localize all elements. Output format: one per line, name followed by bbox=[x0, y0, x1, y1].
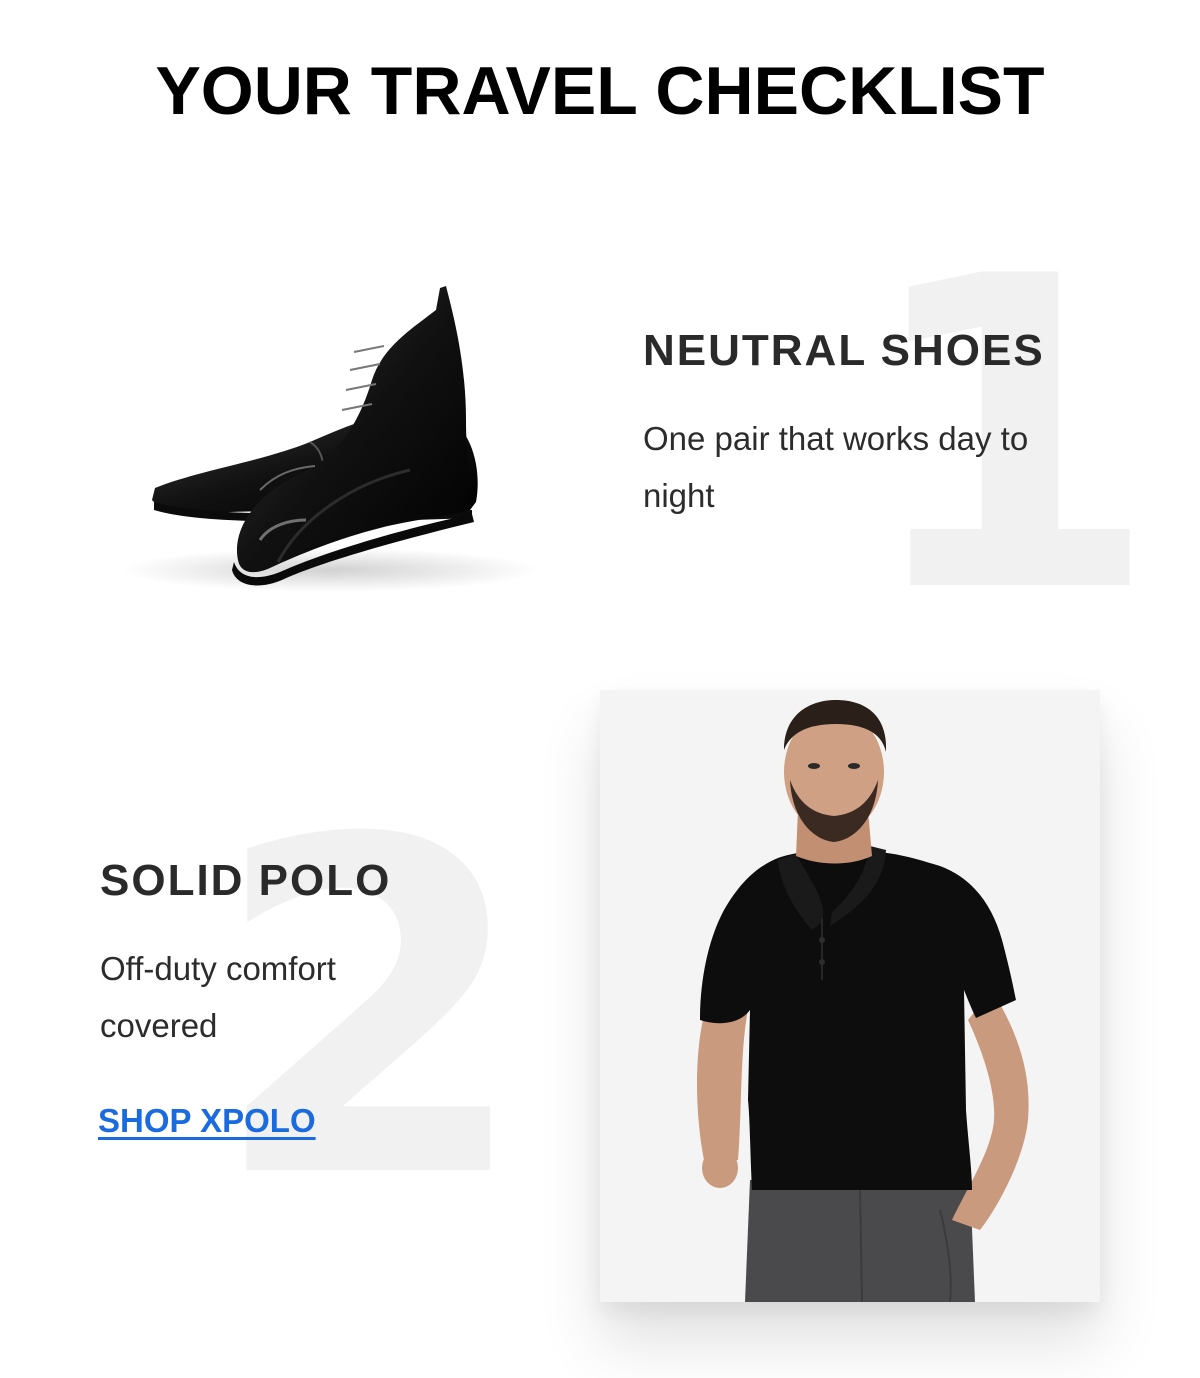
polo-model-illustration bbox=[600, 690, 1100, 1302]
item-description: Off-duty comfort covered bbox=[100, 950, 336, 1044]
item-heading: SOLID POLO bbox=[100, 856, 392, 905]
item-description: One pair that works day to night bbox=[643, 420, 1029, 514]
oxford-shoes-illustration bbox=[120, 286, 540, 592]
item-heading: NEUTRAL SHOES bbox=[643, 326, 1045, 375]
shoes-image[interactable] bbox=[110, 270, 560, 600]
polo-model-image[interactable] bbox=[600, 690, 1100, 1302]
page-title: YOUR TRAVEL CHECKLIST bbox=[155, 53, 1045, 129]
shop-xpolo-link[interactable]: SHOP XPOLO bbox=[98, 1102, 316, 1140]
